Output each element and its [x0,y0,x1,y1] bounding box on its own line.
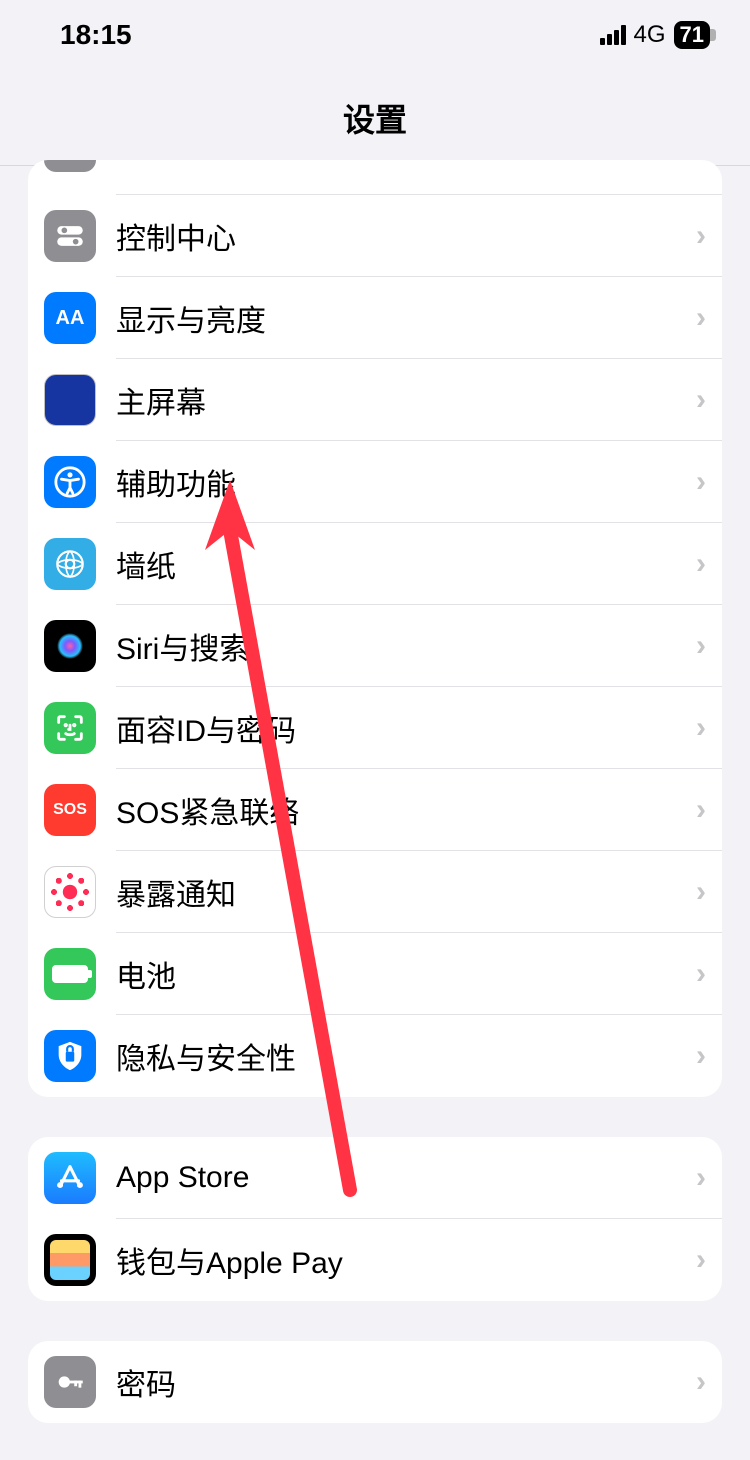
chevron-right-icon: › [696,957,706,991]
chevron-right-icon: › [696,1039,706,1073]
settings-row-display-brightness[interactable]: AA 显示与亮度 › [28,277,722,359]
chevron-right-icon: › [696,1161,706,1195]
settings-row-label: 暴露通知 [116,870,696,914]
signal-icon [600,25,626,45]
settings-row-label: Siri与搜索 [116,624,696,668]
chevron-right-icon: › [696,1243,706,1277]
settings-row-siri-search[interactable]: Siri与搜索 › [28,605,722,687]
wallet-icon [44,1234,96,1286]
settings-row-partial[interactable]: › [28,160,722,195]
settings-row-app-store[interactable]: App Store › [28,1137,722,1219]
chevron-right-icon: › [696,301,706,335]
settings-row-label: 主屏幕 [116,378,696,422]
settings-row-wallet[interactable]: 钱包与Apple Pay › [28,1219,722,1301]
chevron-right-icon: › [696,711,706,745]
accessibility-icon [44,456,96,508]
settings-row-label: 密码 [116,1360,696,1404]
display-brightness-icon: AA [44,292,96,344]
face-id-icon [44,702,96,754]
settings-row-sos[interactable]: SOS SOS紧急联络 › [28,769,722,851]
chevron-right-icon: › [696,1365,706,1399]
control-center-icon [44,210,96,262]
settings-row-label: 隐私与安全性 [116,1034,696,1078]
chevron-right-icon: › [696,383,706,417]
status-indicators: 4G 71 [600,21,711,49]
settings-row-label: App Store [116,1161,696,1195]
passwords-icon [44,1356,96,1408]
battery-indicator: 71 [674,21,710,49]
settings-row-control-center[interactable]: 控制中心 › [28,195,722,277]
chevron-right-icon: › [696,629,706,663]
settings-group-3: 密码 › [28,1341,722,1423]
status-time: 18:15 [60,19,132,51]
settings-row-passwords[interactable]: 密码 › [28,1341,722,1423]
chevron-right-icon: › [696,875,706,909]
chevron-right-icon: › [696,547,706,581]
wallpaper-icon [44,538,96,590]
settings-row-label: 电池 [116,952,696,996]
settings-row-label: 显示与亮度 [116,296,696,340]
settings-row-label: 墙纸 [116,542,696,586]
settings-row-home-screen[interactable]: 主屏幕 › [28,359,722,441]
settings-group-2: App Store › 钱包与Apple Pay › [28,1137,722,1301]
settings-row-wallpaper[interactable]: 墙纸 › [28,523,722,605]
partial-icon [44,160,96,172]
settings-row-label: 辅助功能 [116,460,696,504]
settings-row-accessibility[interactable]: 辅助功能 › [28,441,722,523]
status-bar: 18:15 4G 71 [0,0,750,70]
chevron-right-icon: › [696,219,706,253]
battery-icon [44,948,96,1000]
chevron-right-icon: › [696,465,706,499]
app-store-icon [44,1152,96,1204]
sos-icon: SOS [44,784,96,836]
settings-row-label: 钱包与Apple Pay [116,1238,696,1282]
home-screen-icon [44,374,96,426]
chevron-right-icon: › [696,793,706,827]
network-label: 4G [634,21,666,49]
settings-row-privacy[interactable]: 隐私与安全性 › [28,1015,722,1097]
settings-row-face-id[interactable]: 面容ID与密码 › [28,687,722,769]
settings-row-label: 控制中心 [116,214,696,258]
privacy-icon [44,1030,96,1082]
settings-row-label: 面容ID与密码 [116,706,696,750]
settings-row-label: SOS紧急联络 [116,788,696,832]
nav-header: 设置 [0,70,750,166]
siri-icon [44,620,96,672]
settings-group-1: › 控制中心 › AA 显示与亮度 › [28,160,722,1097]
page-title: 设置 [343,95,407,141]
settings-row-exposure[interactable]: 暴露通知 › [28,851,722,933]
exposure-icon [44,866,96,918]
settings-row-battery[interactable]: 电池 › [28,933,722,1015]
